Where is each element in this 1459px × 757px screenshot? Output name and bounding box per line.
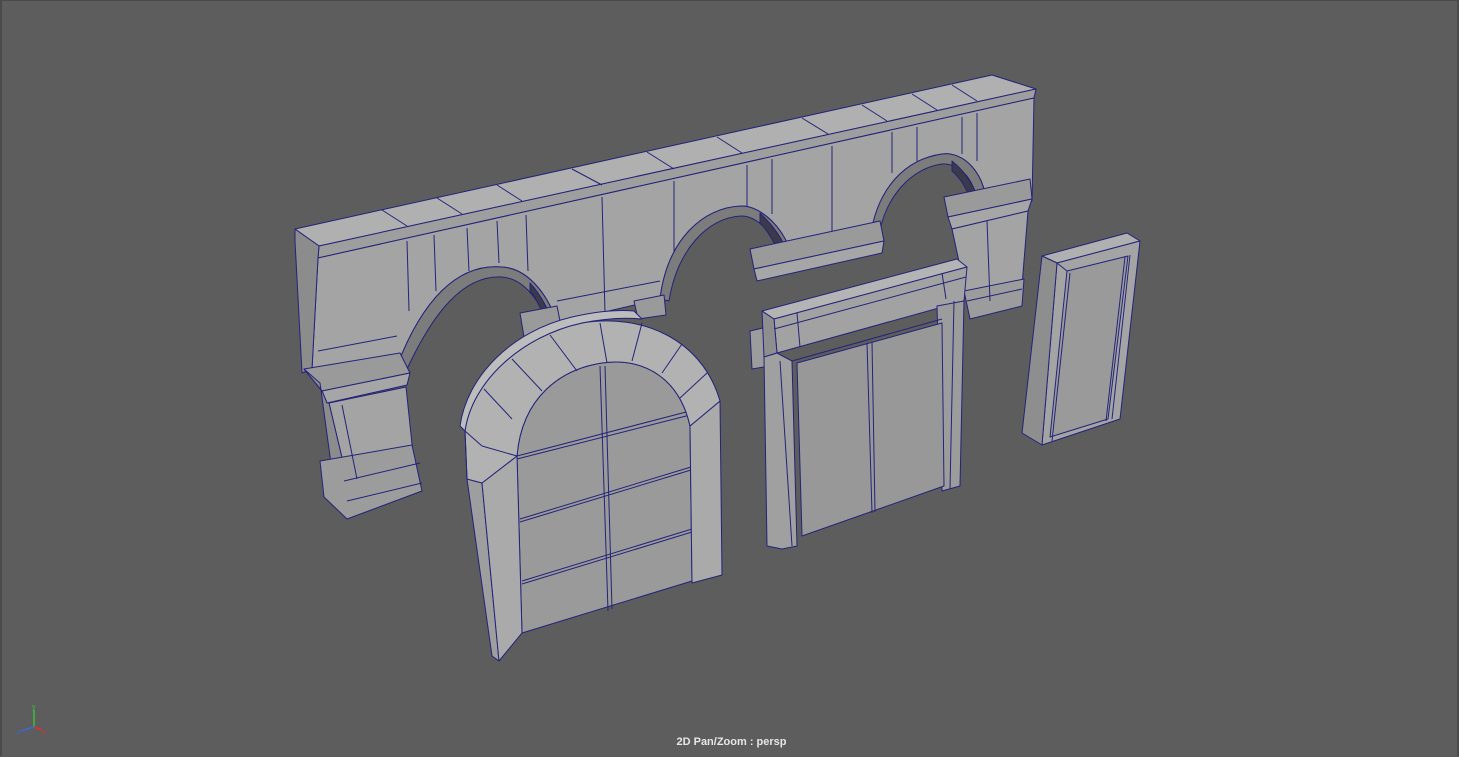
rectangular-door-mesh[interactable] bbox=[761, 258, 968, 550]
scene-canvas[interactable] bbox=[2, 1, 1459, 757]
arched-door-mesh[interactable] bbox=[459, 310, 723, 662]
axis-z-label: z bbox=[17, 729, 21, 736]
axis-y-label: y bbox=[32, 704, 36, 711]
axis-x-label: x bbox=[42, 729, 46, 736]
door-frame-panel-mesh[interactable] bbox=[1021, 232, 1141, 446]
3d-viewport[interactable]: y x z 2D Pan/Zoom : persp bbox=[0, 0, 1459, 756]
axis-gizmo-icon: y x z bbox=[17, 704, 46, 736]
camera-mode-label: 2D Pan/Zoom : persp bbox=[676, 736, 787, 748]
